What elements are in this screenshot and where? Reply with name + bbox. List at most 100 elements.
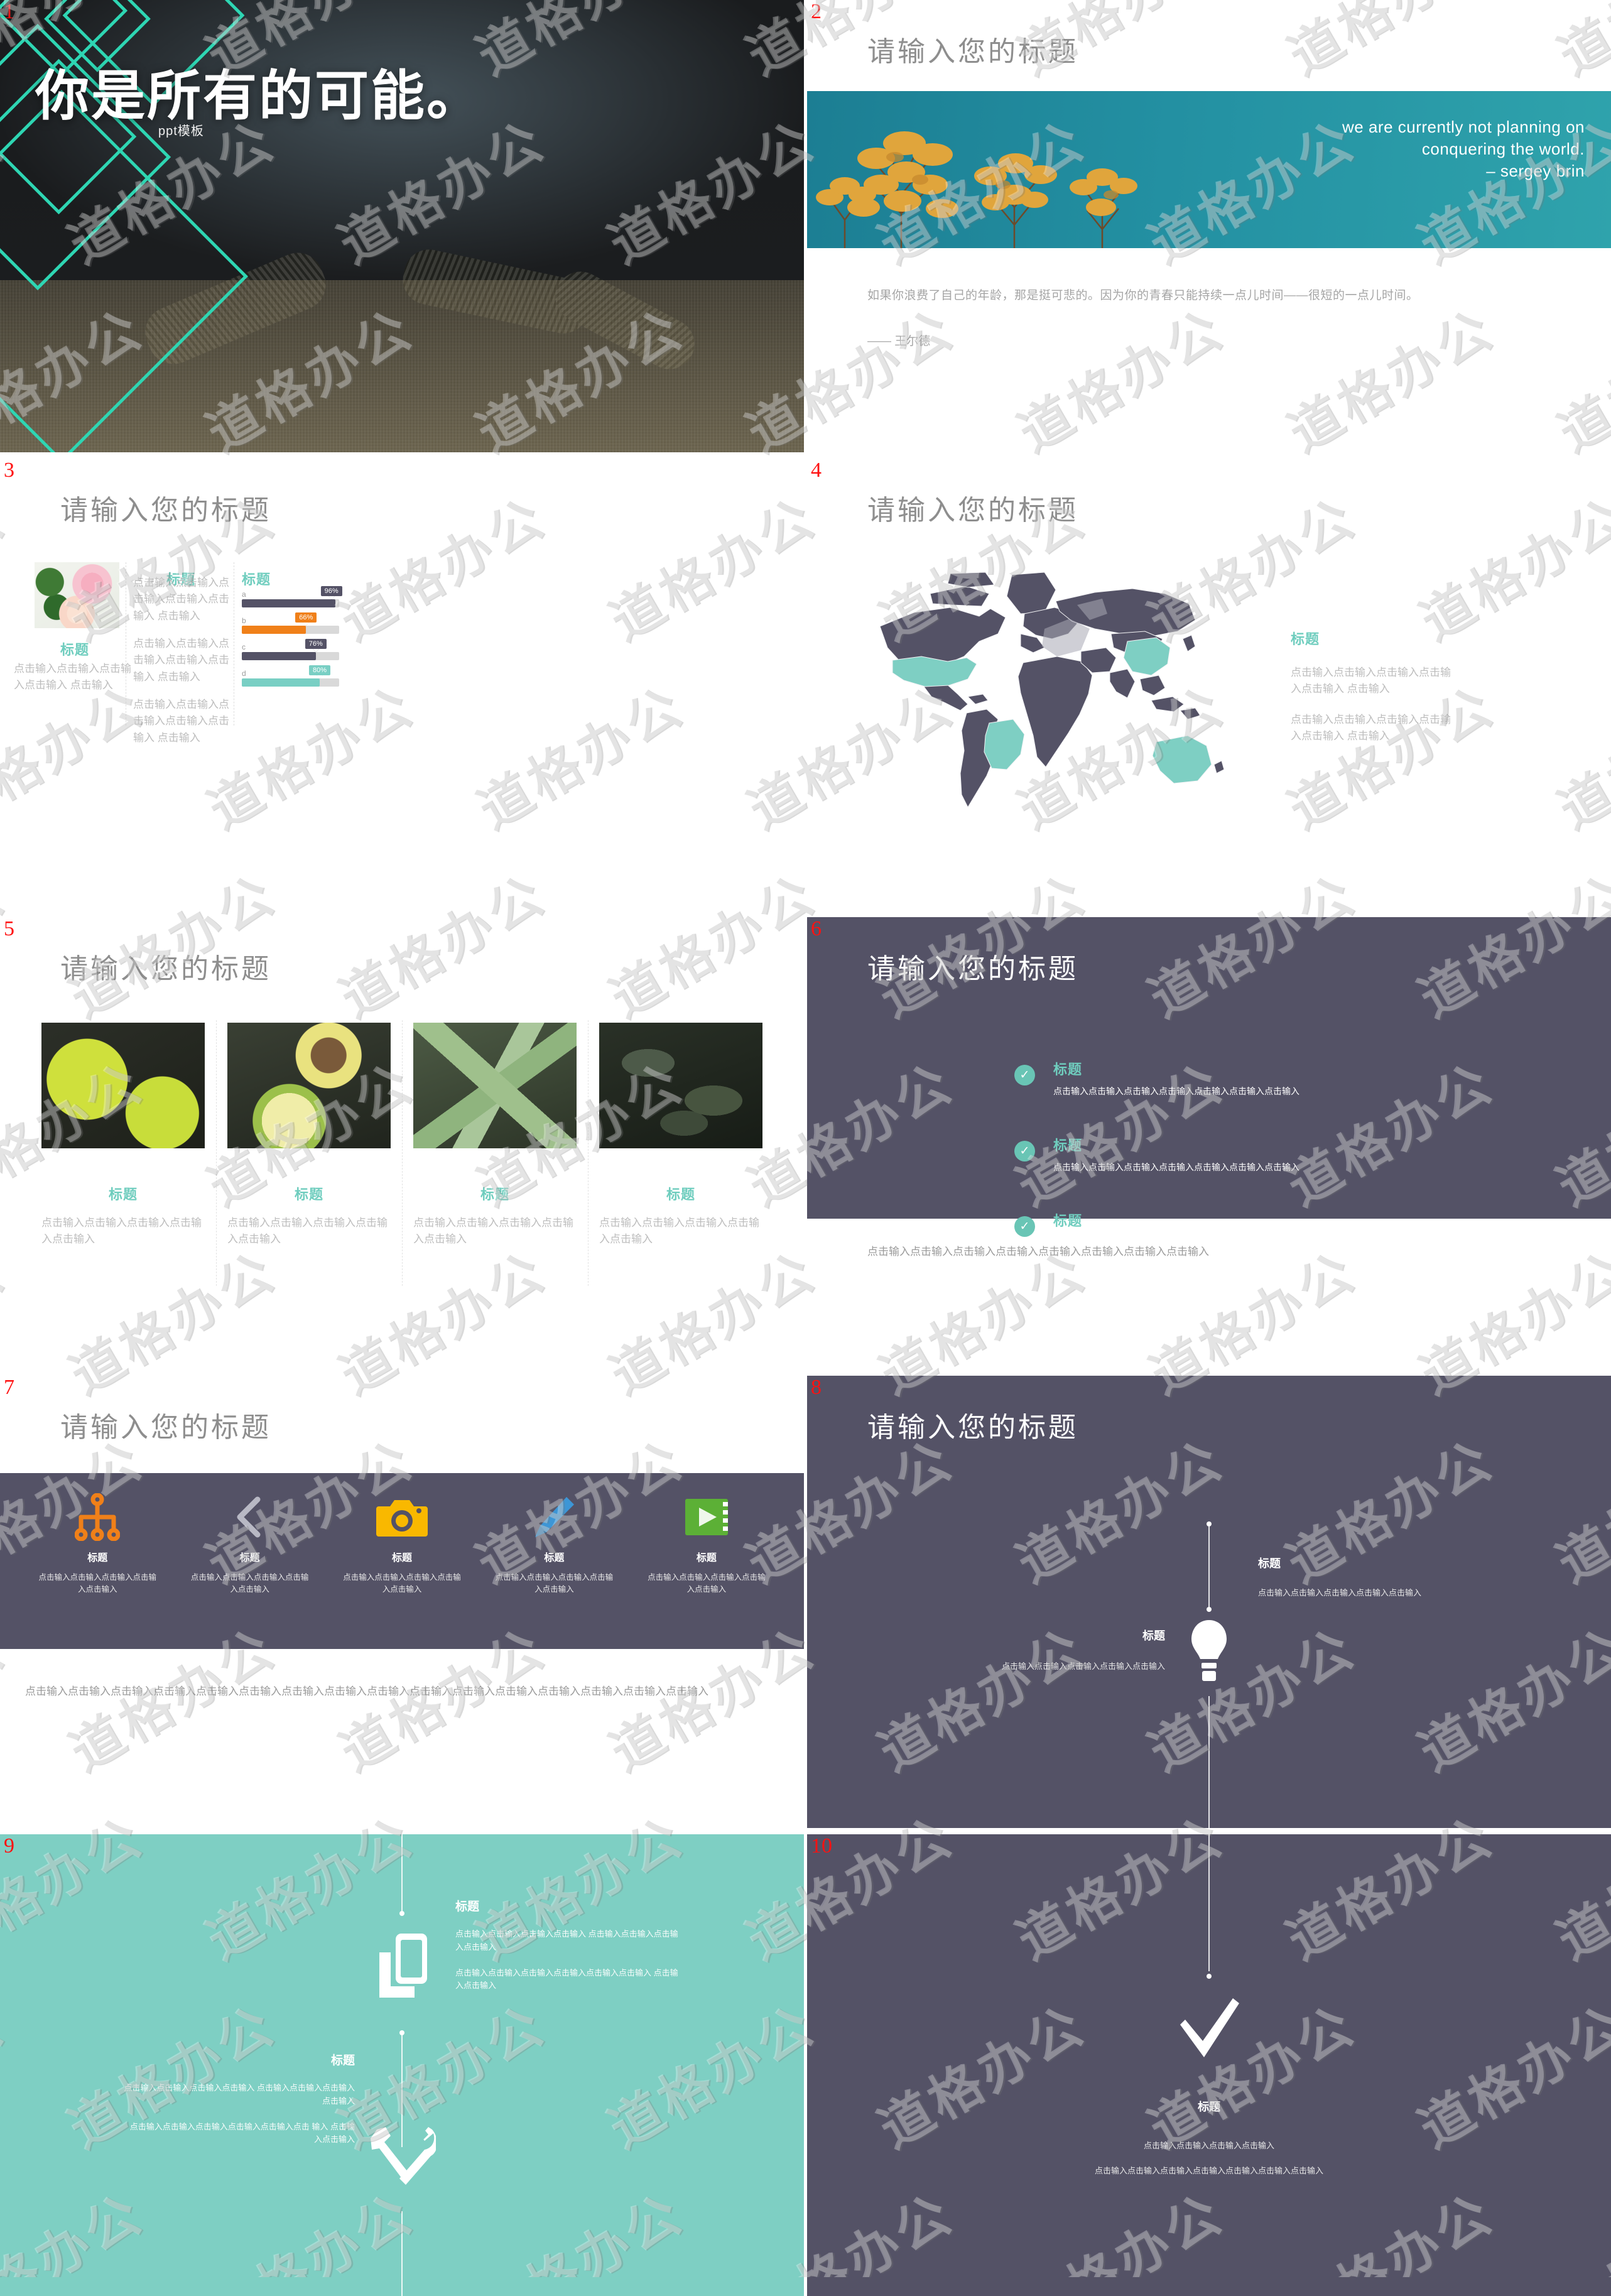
- slide-deck: 你是所有的可能。 ppt模板 1 请输入您的标题 we are currentl…: [0, 0, 1611, 2296]
- timeline-line: [1208, 1526, 1210, 1607]
- bar-label: a: [242, 590, 246, 599]
- column-caption: 标题: [294, 1187, 323, 1202]
- icon-item[interactable]: 标题 点击输入点击输入点击输入点击输入点击输入: [21, 1473, 173, 1649]
- item-heading: 标题: [1053, 1213, 1083, 1229]
- bar-label: b: [242, 616, 246, 625]
- column-paragraph: 点击输入点击输入点击输入点击输入点击输入 点击输入: [133, 577, 229, 622]
- bar-track: [242, 626, 339, 634]
- slide-number: 3: [4, 459, 14, 482]
- bar-row: c 76%: [242, 639, 339, 663]
- slide-number: 8: [811, 1376, 822, 1399]
- icon-label: 标题: [239, 1553, 260, 1564]
- icon-item[interactable]: 标题 点击输入点击输入点击输入点击输入点击输入: [326, 1473, 478, 1649]
- page-title: 请输入您的标题: [60, 954, 271, 984]
- entry-text: 点击输入点击输入点击输入点击输入 点击输入点击输入点击输入点击输入: [124, 2083, 355, 2106]
- photo-column[interactable]: 标题 点击输入点击输入点击输入点击输入点击输入: [402, 1020, 588, 1286]
- icon-text: 点击输入点击输入点击输入点击输入点击输入: [495, 1573, 614, 1594]
- slide-4[interactable]: 请输入您的标题 标题 点击输入点击输入点击输入点击输入点击输入 点击输入 点击输…: [807, 459, 1611, 911]
- entry-heading: 标题: [1258, 1557, 1281, 1570]
- slide-1[interactable]: 你是所有的可能。 ppt模板 1: [0, 0, 804, 452]
- entry-text: 点击输入点击输入点击输入点击输入点击输入: [1258, 1588, 1422, 1597]
- cover-heading: 你是所有的可能。: [35, 66, 482, 126]
- slide-8[interactable]: 请输入您的标题 标题 点击输入点击输入点击输入点击输入点击输入 标题 点击输入点…: [807, 1376, 1611, 1828]
- image-caption: 标题: [60, 642, 90, 658]
- page-title: 请输入您的标题: [60, 495, 271, 526]
- bar-track: [242, 652, 339, 660]
- bar-label: c: [242, 643, 246, 651]
- column-paragraph: 点击输入点击输入点击输入点击输入点击输入 点击输入: [1291, 666, 1451, 695]
- item-text: 点击输入点击输入点击输入点击输入点击输入点击输入点击输入: [1053, 1086, 1299, 1096]
- slide-10[interactable]: 标题 点击输入点击输入点击输入点击输入 点击输入点击输入点击输入点击输入点击输入…: [807, 1834, 1611, 2296]
- icon-item[interactable]: 标题 点击输入点击输入点击输入点击输入点击输入: [631, 1473, 783, 1649]
- timeline-dot: [399, 1911, 404, 1916]
- item-heading: 标题: [1053, 1137, 1083, 1153]
- slide-footer: 点击输入点击输入点击输入点击输入点击输入点击输入点击输入点击输入点击输入点击输入…: [25, 1685, 708, 1697]
- slide-number: 1: [4, 0, 14, 23]
- slide-number: 7: [4, 1376, 14, 1399]
- entry-text: 点击输入点击输入点击输入点击输入点击输入点击 输入 点击输入点击输入: [129, 2121, 355, 2145]
- slide-number: 9: [4, 1834, 14, 1858]
- bar-label: d: [242, 669, 246, 678]
- rose-photo: [35, 562, 119, 628]
- slide-5[interactable]: 请输入您的标题 标题 点击输入点击输入点击输入点击输入点击输入 标题 点击输入点…: [0, 917, 804, 1369]
- photo-column[interactable]: 标题 点击输入点击输入点击输入点击输入点击输入: [30, 1023, 216, 1248]
- lime-photo: [41, 1023, 205, 1148]
- slide-9[interactable]: 标题 点击输入点击输入点击输入点击输入 点击输入点击输入点击输入点击输入 点击输…: [0, 1834, 804, 2296]
- column-caption: 标题: [666, 1187, 695, 1202]
- column-paragraph: 点击输入点击输入点击输入点击输入点击输入 点击输入: [133, 699, 229, 744]
- entry-heading: 标题: [455, 1900, 480, 1913]
- quote-chinese: 如果你浪费了自己的年龄，那是挺可悲的。因为你的青春只能持续一点儿时间——很短的一…: [867, 289, 1419, 302]
- column-caption: 标题: [480, 1187, 509, 1202]
- slide-number: 4: [811, 459, 822, 482]
- check-icon: [1175, 1994, 1243, 2067]
- page-title: 请输入您的标题: [867, 495, 1078, 526]
- autumn-tree-image: [816, 131, 1137, 248]
- check-icon: ✓: [1014, 1065, 1035, 1085]
- icon-text: 点击输入点击输入点击输入点击输入点击输入: [38, 1573, 156, 1594]
- timeline-entry-right: 标题 点击输入点击输入点击输入点击输入点击输入: [1258, 1555, 1475, 1598]
- bar-value-tag: 76%: [305, 639, 327, 652]
- bar-value-tag: 80%: [308, 665, 331, 678]
- slide-6[interactable]: 请输入您的标题 ✓ 标题 点击输入点击输入点击输入点击输入点击输入点击输入点击输…: [807, 917, 1611, 1369]
- page-title: 请输入您的标题: [60, 1412, 271, 1443]
- item-text: 点击输入点击输入点击输入点击输入点击输入点击输入点击输入: [1053, 1162, 1299, 1172]
- column-caption: 标题: [108, 1187, 138, 1202]
- image-caption-text: 点击输入点击输入点击输入点击输入 点击输入: [14, 663, 131, 692]
- check-icon: ✓: [1014, 1216, 1035, 1238]
- slide-7[interactable]: 请输入您的标题 标题 点击输入点击输入点击输入点击输入点击输入 标题 点击输入点…: [0, 1376, 804, 1828]
- photo-column[interactable]: 标题 点击输入点击输入点击输入点击输入点击输入: [216, 1020, 402, 1286]
- bar-value-tag: 66%: [295, 612, 317, 626]
- column-text: 点击输入点击输入点击输入点击输入点击输入: [413, 1217, 573, 1246]
- photo-columns: 标题 点击输入点击输入点击输入点击输入点击输入 标题 点击输入点击输入点击输入点…: [30, 1020, 774, 1286]
- bar-row: d 80%: [242, 665, 339, 689]
- slide-3[interactable]: 请输入您的标题 标题 点击输入点击输入点击输入点击输入 点击输入 标题 点击输入…: [0, 459, 804, 911]
- bar-chart: a 96% b 66% c 76% d 80%: [242, 586, 342, 693]
- slide-number: 6: [811, 917, 822, 940]
- bar-track: [242, 678, 339, 687]
- timeline-entry-right: 标题 点击输入点击输入点击输入点击输入 点击输入点击输入点击输入点击输入 点击输…: [455, 1897, 681, 1993]
- org-chart-icon: [21, 1489, 173, 1545]
- pencil-icon: [478, 1489, 630, 1545]
- list-item[interactable]: ✓ 标题 点击输入点击输入点击输入点击输入点击输入点击输入点击输入: [1014, 1058, 1366, 1099]
- chevron-icon: [173, 1489, 325, 1545]
- entry-heading: 标题: [330, 2054, 355, 2067]
- icon-label: 标题: [544, 1553, 565, 1564]
- icon-item[interactable]: 标题 点击输入点击输入点击输入点击输入点击输入: [173, 1473, 325, 1649]
- slide-2[interactable]: 请输入您的标题 we are currently not planning on…: [807, 0, 1611, 452]
- icon-item[interactable]: 标题 点击输入点击输入点击输入点击输入点击输入: [478, 1473, 630, 1649]
- timeline-dot: [1207, 1974, 1212, 1979]
- slide-footer: 点击输入点击输入点击输入点击输入点击输入点击输入点击输入点击输入: [867, 1246, 1209, 1258]
- icon-text: 点击输入点击输入点击输入点击输入点击输入: [190, 1573, 309, 1594]
- chart-heading: 标题: [242, 572, 271, 587]
- bar-fill: [242, 626, 306, 634]
- list-item[interactable]: ✓ 标题 点击输入点击输入点击输入点击输入点击输入点击输入点击输入: [1014, 1134, 1366, 1175]
- lightbulb-icon: [1190, 1618, 1228, 1696]
- slide-number: 10: [811, 1834, 832, 1858]
- column-text: 点击输入点击输入点击输入点击输入点击输入: [599, 1217, 759, 1246]
- bar-row: a 96%: [242, 586, 342, 610]
- timeline-line: [1208, 1696, 1210, 1828]
- entry-heading: 标题: [1142, 1630, 1165, 1642]
- column-text: 点击输入点击输入点击输入点击输入点击输入: [227, 1217, 388, 1246]
- world-map: [856, 569, 1245, 820]
- photo-column[interactable]: 标题 点击输入点击输入点击输入点击输入点击输入: [588, 1020, 774, 1286]
